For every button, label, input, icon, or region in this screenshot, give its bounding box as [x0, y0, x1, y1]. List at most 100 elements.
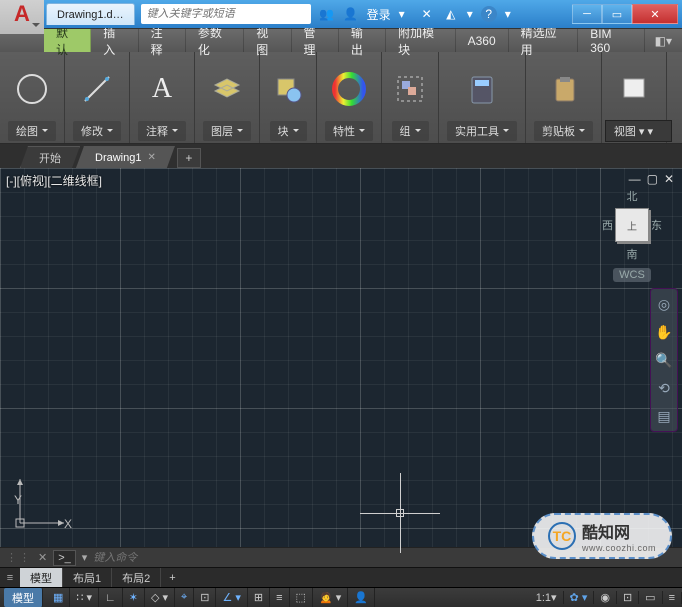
viewcube-south[interactable]: 南 — [602, 246, 662, 262]
panel-label[interactable]: 剪贴板 — [534, 121, 593, 141]
drag-handle-icon[interactable]: ⋮⋮ — [6, 551, 32, 564]
isolate-icon[interactable]: ◉ — [594, 591, 617, 604]
panel-label[interactable]: 特性 — [325, 121, 373, 141]
polar-toggle-icon[interactable]: ✶ — [123, 588, 145, 607]
tab-model[interactable]: 模型 — [20, 568, 63, 587]
layout-tabs: ≡ 模型 布局1 布局2 + — [0, 567, 682, 587]
viewcube-west[interactable]: 西 — [602, 217, 613, 233]
osnap-toggle-icon[interactable]: ⌖ — [175, 588, 194, 607]
tab-list-icon[interactable]: ≡ — [0, 572, 20, 584]
layers-icon[interactable] — [207, 69, 247, 109]
workspace-icon[interactable]: 👤 — [348, 588, 375, 607]
watermark: TC 酷知网 www.coozhi.com — [532, 513, 672, 559]
grid-toggle-icon[interactable]: ▦ — [47, 588, 70, 607]
text-icon[interactable]: A — [142, 69, 182, 109]
search-box[interactable] — [141, 4, 311, 24]
tab-annotate[interactable]: 注释 — [139, 29, 186, 52]
user-icon[interactable]: 👤 — [343, 6, 359, 22]
help-icon[interactable]: ? — [481, 6, 497, 22]
minimize-viewport-icon[interactable]: — — [629, 172, 641, 186]
tab-addins[interactable]: 附加模块 — [386, 29, 456, 52]
3dosnap-icon[interactable]: ⊡ — [194, 588, 216, 607]
block-icon[interactable] — [268, 69, 308, 109]
viewcube-east[interactable]: 东 — [651, 217, 662, 233]
new-tab-button[interactable]: + — [177, 148, 201, 168]
login-link[interactable]: 登录 — [367, 6, 391, 23]
tab-manage[interactable]: 管理 — [292, 29, 339, 52]
base-icon[interactable] — [614, 69, 654, 109]
scale-display[interactable]: 1:1 ▾ — [530, 591, 564, 604]
modify-icon[interactable] — [77, 69, 117, 109]
nav-wheel-icon[interactable]: ◎ — [655, 295, 673, 313]
a360-icon[interactable]: ◭ — [443, 6, 459, 22]
chevron-down-icon — [32, 23, 40, 31]
exchange-icon[interactable]: ✕ — [419, 6, 435, 22]
tab-default[interactable]: 默认 — [44, 29, 91, 52]
snap-toggle-icon[interactable]: ∷ ▾ — [70, 588, 99, 607]
showmotion-icon[interactable]: ▤ — [655, 407, 673, 425]
view-combo[interactable]: 视图 ▾ ▾ — [605, 120, 672, 142]
panel-label[interactable]: 组 — [392, 121, 429, 141]
cmd-prompt-icon: >_ — [53, 550, 76, 566]
tab-layout1[interactable]: 布局1 — [63, 568, 112, 587]
tab-start[interactable]: 开始 — [20, 146, 80, 168]
isodraft-icon[interactable]: ◇ ▾ — [145, 588, 175, 607]
tab-layout2[interactable]: 布局2 — [112, 568, 161, 587]
panel-label[interactable]: 图层 — [203, 121, 251, 141]
lineweight-icon[interactable]: ≡ — [270, 588, 289, 607]
add-layout-button[interactable]: + — [161, 572, 183, 584]
zoom-icon[interactable]: 🔍 — [655, 351, 673, 369]
watermark-name: 酷知网 — [582, 519, 656, 543]
tab-view[interactable]: 视图 — [244, 29, 291, 52]
tab-featured[interactable]: 精选应用 — [509, 29, 579, 52]
tab-output[interactable]: 输出 — [339, 29, 386, 52]
panel-label[interactable]: 修改 — [73, 121, 121, 141]
viewcube-top-face[interactable]: 上 — [615, 208, 649, 242]
panel-label[interactable]: 实用工具 — [447, 121, 517, 141]
maximize-viewport-icon[interactable]: ▢ — [647, 172, 658, 186]
panel-expand-icon[interactable]: ◧▾ — [655, 34, 672, 48]
selection-cycling-icon[interactable]: ⬚ — [290, 588, 313, 607]
close-viewport-icon[interactable]: ✕ — [664, 172, 674, 186]
app-menu-button[interactable]: A — [0, 0, 44, 34]
panel-label[interactable]: 绘图 — [8, 121, 56, 141]
search-input[interactable] — [147, 8, 305, 20]
dynamic-input-icon[interactable]: ⊞ — [248, 588, 270, 607]
viewcube-north[interactable]: 北 — [602, 188, 662, 204]
tab-parametric[interactable]: 参数化 — [186, 29, 244, 52]
minimize-button[interactable]: ─ — [572, 4, 602, 24]
calculator-icon[interactable] — [462, 69, 502, 109]
annotation-scale-icon[interactable]: 🙍 ▾ — [313, 588, 348, 607]
tab-a360[interactable]: A360 — [456, 29, 509, 52]
maximize-button[interactable]: ▭ — [602, 4, 632, 24]
panel-label[interactable]: 块 — [270, 121, 307, 141]
pan-icon[interactable]: ✋ — [655, 323, 673, 341]
menu-icon[interactable]: ≡ — [663, 592, 682, 604]
close-button[interactable]: ✕ — [632, 4, 678, 24]
otrack-icon[interactable]: ∠ ▾ — [216, 588, 247, 607]
wcs-label[interactable]: WCS — [613, 268, 651, 282]
tab-drawing1[interactable]: Drawing1 ✕ — [76, 146, 175, 168]
viewport-label[interactable]: [-][俯视][二维线框] — [6, 172, 102, 189]
hardware-accel-icon[interactable]: ⊡ — [617, 591, 639, 604]
tab-insert[interactable]: 插入 — [91, 29, 138, 52]
draw-icon[interactable] — [12, 69, 52, 109]
panel-label[interactable]: 注释 — [138, 121, 186, 141]
drawing-canvas[interactable]: [-][俯视][二维线框] — ▢ ✕ 北 西 上 东 南 WCS ◎ ✋ 🔍 … — [0, 168, 682, 547]
tab-bim360[interactable]: BIM 360 — [578, 29, 644, 52]
model-space-button[interactable]: 模型 — [4, 588, 43, 607]
color-wheel-icon[interactable] — [329, 69, 369, 109]
close-tab-icon[interactable]: ✕ — [147, 152, 155, 163]
clean-screen-icon[interactable]: ▭ — [639, 591, 662, 604]
close-cmd-icon[interactable]: ✕ — [38, 551, 47, 564]
panel-block: 块 — [260, 52, 317, 143]
viewport-controls: — ▢ ✕ — [629, 172, 674, 186]
customize-icon[interactable]: ✿ ▾ — [564, 591, 595, 604]
people-icon[interactable]: 👥 — [319, 6, 335, 22]
clipboard-icon[interactable] — [544, 69, 584, 109]
watermark-logo-icon: TC — [548, 522, 576, 550]
viewcube[interactable]: 北 西 上 东 南 WCS — [602, 188, 662, 282]
ortho-toggle-icon[interactable]: ∟ — [99, 588, 123, 607]
group-icon[interactable] — [390, 69, 430, 109]
orbit-icon[interactable]: ⟲ — [655, 379, 673, 397]
